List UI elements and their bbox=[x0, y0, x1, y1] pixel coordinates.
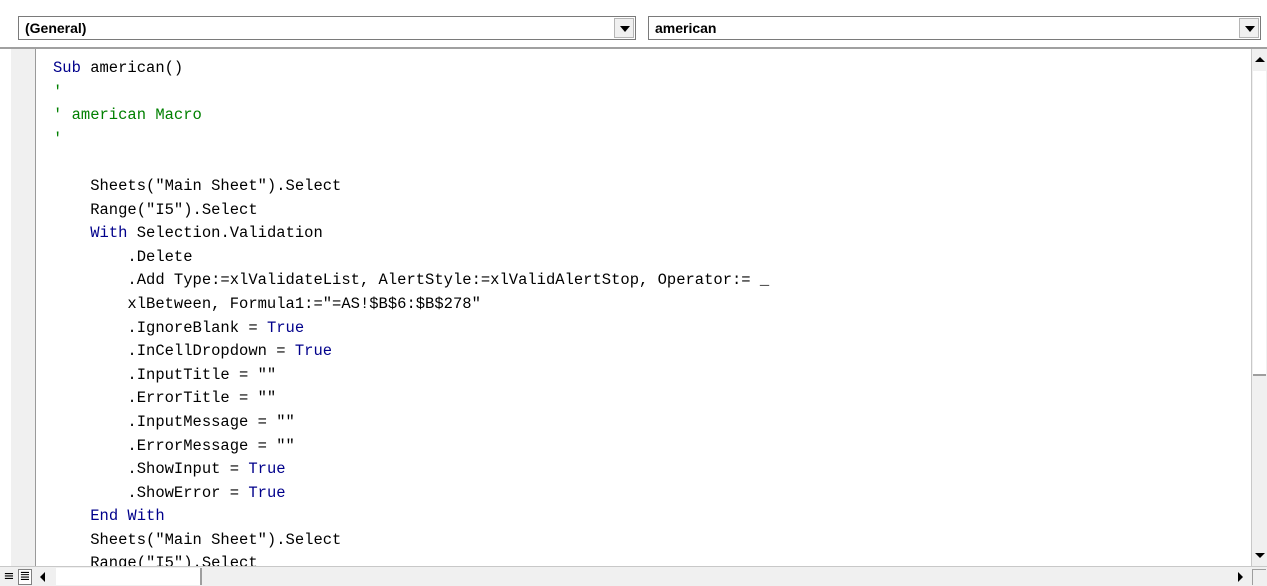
margin-indicator-inner bbox=[11, 49, 35, 566]
code-text: .InCellDropdown = bbox=[53, 342, 295, 361]
code-line[interactable]: Range("I5").Select bbox=[53, 552, 769, 566]
code-keyword: True bbox=[266, 318, 305, 337]
arrow-right-icon[interactable] bbox=[1238, 572, 1243, 582]
code-keyword: Sub bbox=[53, 59, 81, 77]
code-line[interactable]: Sheets("Main Sheet").Select bbox=[53, 529, 769, 553]
code-lines: Sub american() ' ' american Macro ' Sheets(… bbox=[53, 57, 769, 566]
code-line[interactable]: xlBetween, Formula1:="=AS!$B$6:$B$278" bbox=[53, 293, 769, 317]
code-line[interactable]: .Delete bbox=[53, 246, 769, 270]
split-box[interactable] bbox=[1252, 569, 1266, 585]
code-line[interactable]: ' american Macro bbox=[53, 104, 769, 128]
chevron-down-icon[interactable] bbox=[614, 18, 634, 38]
code-text: .ErrorTitle = "" bbox=[53, 389, 277, 408]
bottom-bar: ≡ ≣ bbox=[0, 566, 1267, 586]
code-line[interactable]: Sub american() bbox=[53, 57, 769, 81]
arrow-up-icon[interactable] bbox=[1255, 57, 1265, 62]
code-text: Sheets("Main Sheet").Select bbox=[53, 530, 342, 549]
code-line[interactable]: ' bbox=[53, 128, 769, 152]
code-text: .ShowInput = bbox=[53, 460, 249, 479]
code-line[interactable]: .Add Type:=xlValidateList, AlertStyle:=x… bbox=[53, 269, 769, 293]
margin-indicator-bar[interactable] bbox=[0, 49, 36, 566]
code-text: .IgnoreBlank = bbox=[53, 318, 267, 337]
code-text: .InputMessage = "" bbox=[53, 412, 295, 431]
code-line[interactable]: Range("I5").Select bbox=[53, 199, 769, 223]
code-keyword: True bbox=[248, 460, 286, 479]
procedure-combo-value: american bbox=[655, 20, 717, 36]
code-text: .InputTitle = "" bbox=[53, 365, 277, 384]
code-comment: ' american Macro bbox=[53, 106, 202, 125]
code-line[interactable]: End With bbox=[53, 505, 769, 529]
code-window-toolbar: (General) american bbox=[0, 0, 1267, 48]
code-text: american() bbox=[80, 59, 184, 77]
code-line[interactable]: .ErrorTitle = "" bbox=[53, 387, 769, 411]
code-comment: ' bbox=[53, 129, 63, 148]
code-text: Range("I5").Select bbox=[53, 200, 258, 219]
code-line[interactable]: .InputTitle = "" bbox=[53, 364, 769, 388]
code-line[interactable]: .InputMessage = "" bbox=[53, 411, 769, 435]
code-line[interactable]: Sheets("Main Sheet").Select bbox=[53, 175, 769, 199]
code-keyword: True bbox=[248, 483, 286, 502]
full-module-view-icon[interactable]: ≣ bbox=[18, 569, 32, 585]
code-text: .ShowError = bbox=[53, 483, 249, 502]
code-text: Selection.Validation bbox=[127, 224, 323, 243]
procedure-view-icon[interactable]: ≡ bbox=[2, 569, 16, 585]
code-editor[interactable]: Sub american() ' ' american Macro ' Sheets(… bbox=[37, 49, 1251, 566]
code-line[interactable] bbox=[53, 151, 769, 175]
chevron-down-icon[interactable] bbox=[1239, 18, 1259, 38]
horizontal-scroll-thumb[interactable] bbox=[56, 568, 202, 585]
arrow-down-icon[interactable] bbox=[1255, 553, 1265, 558]
code-text: .Add Type:=xlValidateList, AlertStyle:=x… bbox=[53, 271, 770, 290]
procedure-combo[interactable]: american bbox=[648, 16, 1261, 40]
code-line[interactable]: .ErrorMessage = "" bbox=[53, 435, 769, 459]
code-text: xlBetween, Formula1:="=AS!$B$6:$B$278" bbox=[53, 294, 481, 313]
vertical-scrollbar[interactable] bbox=[1251, 49, 1267, 566]
code-line[interactable]: ' bbox=[53, 81, 769, 105]
object-combo[interactable]: (General) bbox=[18, 16, 636, 40]
code-line[interactable]: .ShowInput = True bbox=[53, 458, 769, 482]
vertical-scroll-thumb[interactable] bbox=[1253, 71, 1266, 376]
object-combo-value: (General) bbox=[25, 20, 87, 36]
code-keyword: True bbox=[294, 342, 333, 361]
code-text: .Delete bbox=[53, 247, 193, 266]
code-comment: ' bbox=[53, 82, 63, 101]
code-line[interactable]: .ShowError = True bbox=[53, 482, 769, 506]
code-keyword: With bbox=[90, 224, 128, 243]
code-text: Range("I5").Select bbox=[53, 554, 258, 566]
code-text: Sheets("Main Sheet").Select bbox=[53, 176, 342, 195]
code-keyword: End With bbox=[90, 507, 165, 526]
code-line[interactable]: With Selection.Validation bbox=[53, 222, 769, 246]
code-line[interactable]: .IgnoreBlank = True bbox=[53, 317, 769, 341]
code-line[interactable]: .InCellDropdown = True bbox=[53, 340, 769, 364]
arrow-left-icon[interactable] bbox=[40, 572, 45, 582]
code-text: .ErrorMessage = "" bbox=[53, 436, 295, 455]
